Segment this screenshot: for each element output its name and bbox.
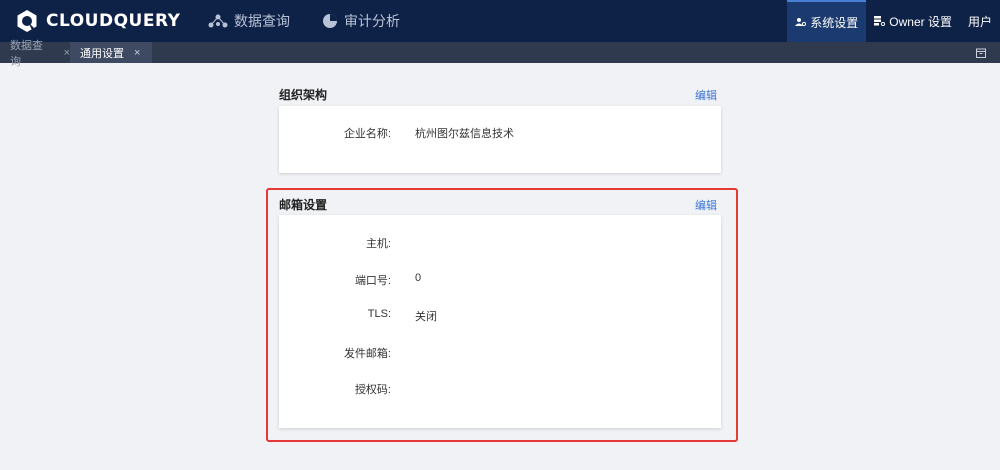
logo[interactable]: CLOUDQUERY xyxy=(14,8,184,34)
org-card: 企业名称: 杭州图尔兹信息技术 xyxy=(279,106,721,173)
top-navbar: CLOUDQUERY 数据查询 审计分析 系统设置 Owner 设置 用户 xyxy=(0,0,1000,42)
org-section-title: 组织架构 xyxy=(279,88,328,102)
nav-data-query-label: 数据查询 xyxy=(234,13,290,29)
highlight-box xyxy=(266,188,738,442)
org-section-header: 组织架构 编辑 xyxy=(279,86,717,103)
close-icon[interactable]: × xyxy=(134,47,140,59)
owner-settings-label: Owner 设置 xyxy=(889,14,952,29)
company-name-value: 杭州图尔兹信息技术 xyxy=(415,128,514,140)
tab-data-query-label: 数据查询 xyxy=(10,39,43,68)
archive-icon[interactable] xyxy=(976,47,986,58)
tab-general-settings[interactable]: 通用设置 × xyxy=(70,42,152,63)
tab-data-query[interactable]: 数据查询 × xyxy=(0,40,70,68)
tab-general-settings-label: 通用设置 xyxy=(80,47,124,60)
owner-settings-button[interactable]: Owner 设置 xyxy=(866,0,960,42)
nav-audit-analysis-label: 审计分析 xyxy=(344,13,400,29)
top-right-menu: 系统设置 Owner 设置 用户 xyxy=(787,0,1000,42)
nodes-icon xyxy=(208,14,228,28)
system-settings-label: 系统设置 xyxy=(810,15,859,30)
main-nav: 数据查询 审计分析 xyxy=(208,0,432,42)
brand-name: CLOUDQUERY xyxy=(46,11,181,31)
logo-icon xyxy=(14,8,40,34)
org-edit-link[interactable]: 编辑 xyxy=(695,87,717,103)
users-button[interactable]: 用户 xyxy=(960,0,1000,42)
pie-chart-icon xyxy=(323,14,337,28)
nav-audit-analysis[interactable]: 审计分析 xyxy=(322,0,400,42)
company-name-label: 企业名称: xyxy=(343,128,391,140)
nav-data-query[interactable]: 数据查询 xyxy=(208,0,290,42)
users-gear-icon xyxy=(795,18,807,27)
database-gear-icon xyxy=(874,16,886,26)
system-settings-button[interactable]: 系统设置 xyxy=(787,0,867,42)
tab-bar: 数据查询 × 通用设置 × xyxy=(0,40,1000,68)
users-label: 用户 xyxy=(967,14,992,29)
